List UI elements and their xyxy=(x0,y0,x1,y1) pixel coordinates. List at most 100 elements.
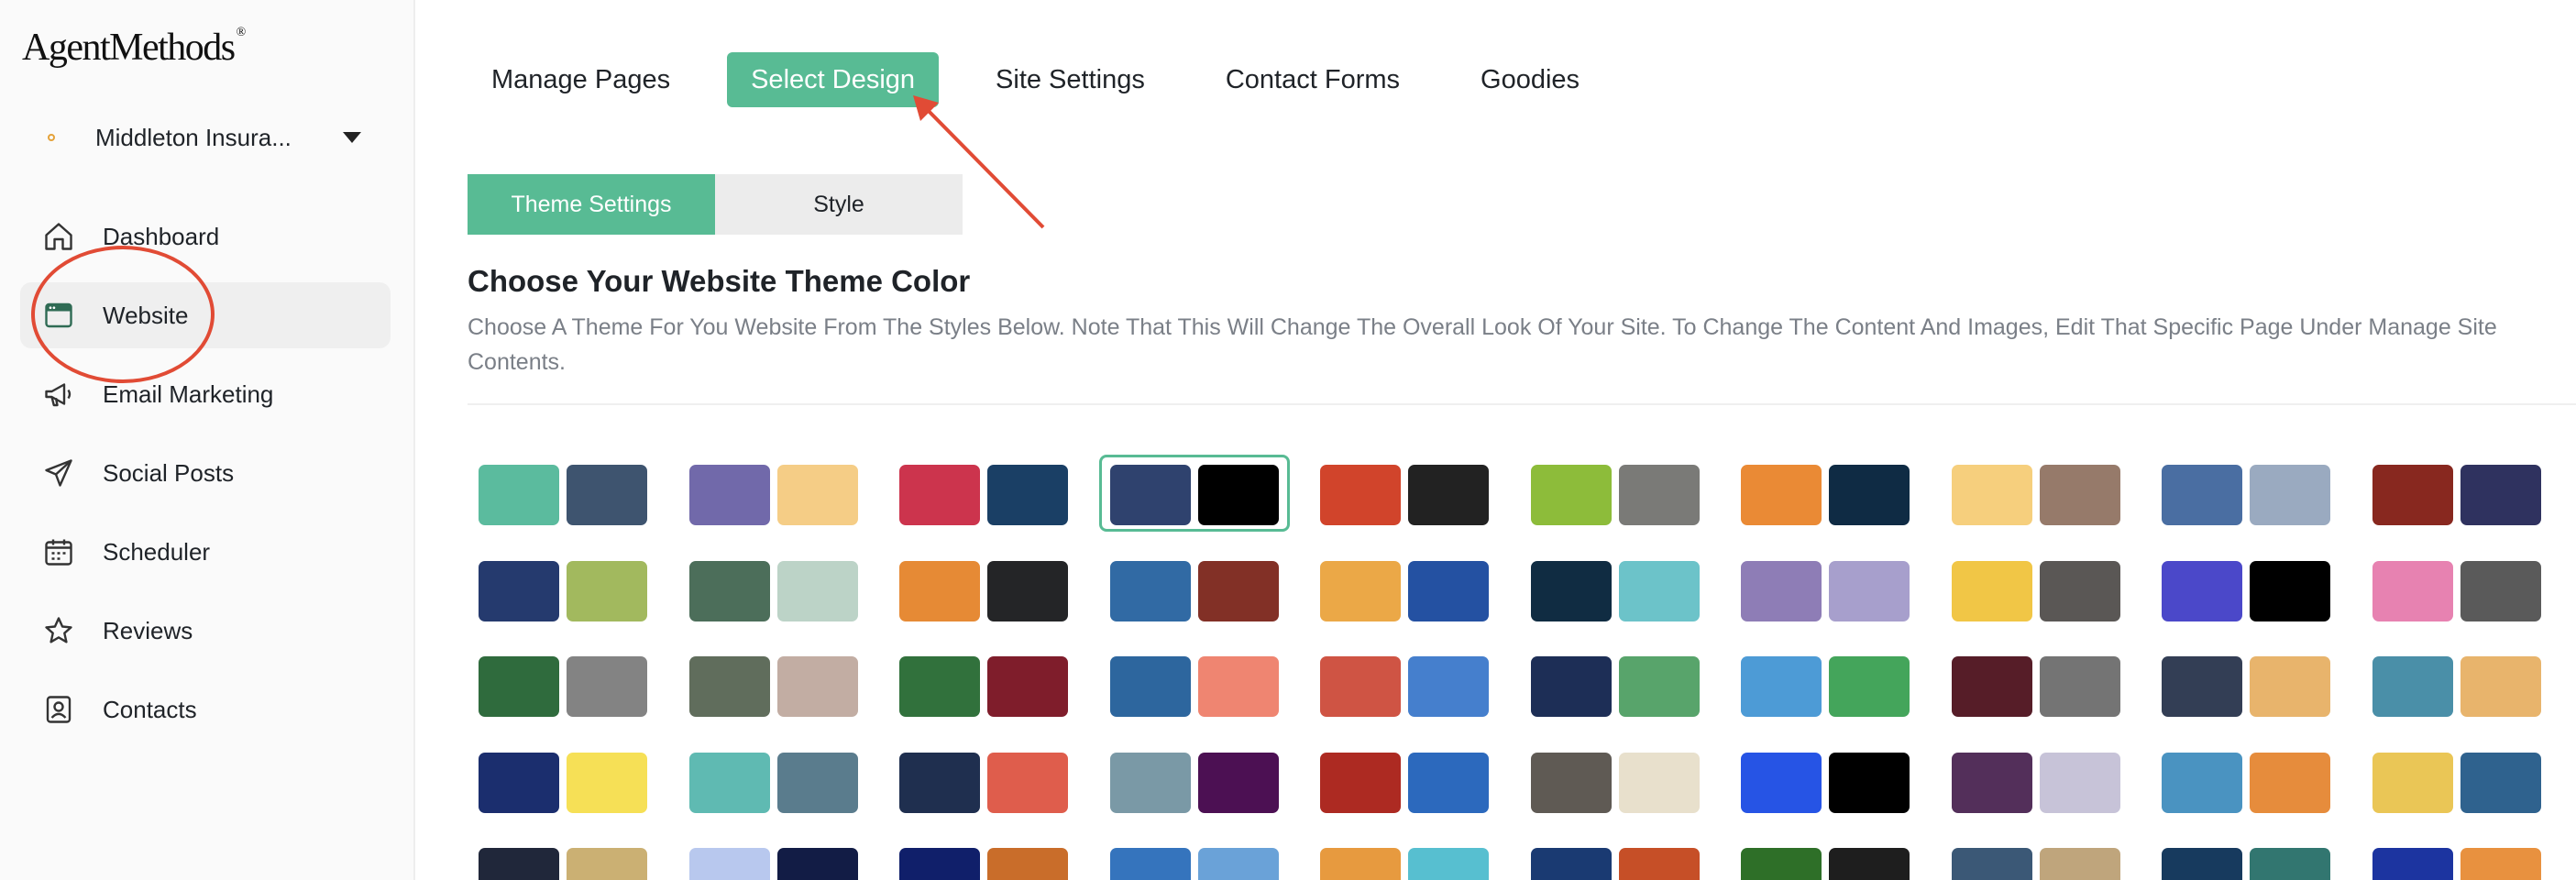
theme-option[interactable] xyxy=(1730,646,1921,723)
theme-option[interactable] xyxy=(1309,455,1500,532)
secondary-color-swatch xyxy=(2460,656,2541,717)
tab-site-settings[interactable]: Site Settings xyxy=(972,52,1169,107)
theme-option[interactable] xyxy=(1309,742,1500,820)
primary-color-swatch xyxy=(1110,753,1191,813)
theme-option[interactable] xyxy=(1099,742,1290,820)
chevron-down-icon[interactable] xyxy=(343,132,361,143)
sidebar-item-website[interactable]: Website xyxy=(20,282,391,348)
theme-option[interactable] xyxy=(1941,455,2131,532)
primary-color-swatch xyxy=(2372,561,2453,622)
theme-option[interactable] xyxy=(1730,742,1921,820)
theme-option[interactable] xyxy=(2361,551,2552,628)
theme-option[interactable] xyxy=(678,742,869,820)
theme-option[interactable] xyxy=(678,646,869,723)
primary-color-swatch xyxy=(479,656,559,717)
secondary-color-swatch xyxy=(1619,753,1700,813)
theme-option[interactable] xyxy=(1520,455,1711,532)
theme-option[interactable] xyxy=(2361,838,2552,880)
theme-option[interactable] xyxy=(1099,455,1290,532)
tab-manage-pages[interactable]: Manage Pages xyxy=(468,52,694,107)
sidebar-item-email-marketing[interactable]: Email Marketing xyxy=(20,361,391,427)
theme-option[interactable] xyxy=(1730,838,1921,880)
primary-color-swatch xyxy=(899,753,980,813)
theme-option[interactable] xyxy=(1730,551,1921,628)
secondary-color-swatch xyxy=(1829,753,1910,813)
primary-color-swatch xyxy=(2162,656,2242,717)
primary-color-swatch xyxy=(2162,848,2242,880)
theme-option[interactable] xyxy=(888,838,1079,880)
secondary-color-swatch xyxy=(1408,561,1489,622)
secondary-color-swatch xyxy=(1198,465,1279,525)
theme-option[interactable] xyxy=(468,742,658,820)
theme-option[interactable] xyxy=(1941,742,2131,820)
secondary-color-swatch xyxy=(1829,656,1910,717)
sidebar-item-scheduler[interactable]: Scheduler xyxy=(20,519,391,585)
theme-option[interactable] xyxy=(1941,646,2131,723)
theme-option[interactable] xyxy=(1941,838,2131,880)
theme-option[interactable] xyxy=(888,455,1079,532)
theme-option[interactable] xyxy=(468,455,658,532)
sidebar-item-reviews[interactable]: Reviews xyxy=(20,598,391,664)
sidebar-item-contacts[interactable]: Contacts xyxy=(20,676,391,742)
secondary-color-swatch xyxy=(567,561,647,622)
theme-option[interactable] xyxy=(2361,742,2552,820)
theme-option[interactable] xyxy=(1309,646,1500,723)
tab-select-design[interactable]: Select Design xyxy=(727,52,940,107)
primary-color-swatch xyxy=(1531,561,1612,622)
secondary-color-swatch xyxy=(2250,753,2330,813)
theme-option[interactable] xyxy=(678,455,869,532)
sidebar-item-label: Reviews xyxy=(103,616,193,644)
secondary-color-swatch xyxy=(1408,656,1489,717)
theme-option[interactable] xyxy=(1520,838,1711,880)
secondary-color-swatch xyxy=(1408,465,1489,525)
sidebar-item-dashboard[interactable]: Dashboard xyxy=(20,204,391,270)
theme-option[interactable] xyxy=(1099,551,1290,628)
theme-option[interactable] xyxy=(1520,551,1711,628)
brand-logo[interactable]: AgentMethods ® xyxy=(22,26,246,70)
tab-goodies[interactable]: Goodies xyxy=(1457,52,1603,107)
secondary-color-swatch xyxy=(1408,753,1489,813)
tab-theme-settings[interactable]: Theme Settings xyxy=(468,174,715,235)
theme-option[interactable] xyxy=(1941,551,2131,628)
theme-option[interactable] xyxy=(468,838,658,880)
theme-option[interactable] xyxy=(678,838,869,880)
primary-color-swatch xyxy=(1741,465,1822,525)
primary-color-swatch xyxy=(2372,753,2453,813)
theme-option[interactable] xyxy=(2151,838,2341,880)
theme-option[interactable] xyxy=(2151,551,2341,628)
sidebar-item-social-posts[interactable]: Social Posts xyxy=(20,440,391,506)
theme-option[interactable] xyxy=(2361,455,2552,532)
theme-option[interactable] xyxy=(888,551,1079,628)
secondary-color-swatch xyxy=(1198,656,1279,717)
secondary-color-swatch xyxy=(2250,465,2330,525)
theme-option[interactable] xyxy=(468,551,658,628)
theme-option[interactable] xyxy=(1309,838,1500,880)
tab-contact-forms[interactable]: Contact Forms xyxy=(1202,52,1424,107)
theme-option[interactable] xyxy=(1520,646,1711,723)
theme-option[interactable] xyxy=(2151,455,2341,532)
primary-color-swatch xyxy=(899,465,980,525)
theme-option[interactable] xyxy=(888,742,1079,820)
theme-option[interactable] xyxy=(2361,646,2552,723)
primary-color-swatch xyxy=(1110,465,1191,525)
theme-option[interactable] xyxy=(678,551,869,628)
primary-color-swatch xyxy=(1110,561,1191,622)
theme-option[interactable] xyxy=(1099,838,1290,880)
secondary-color-swatch xyxy=(1829,848,1910,880)
theme-option[interactable] xyxy=(1730,455,1921,532)
secondary-color-swatch xyxy=(777,848,858,880)
primary-color-swatch xyxy=(1952,465,2032,525)
sidebar-item-label: Dashboard xyxy=(103,222,220,250)
theme-option[interactable] xyxy=(1309,551,1500,628)
theme-option[interactable] xyxy=(1520,742,1711,820)
primary-color-swatch xyxy=(1320,848,1401,880)
theme-option[interactable] xyxy=(2151,742,2341,820)
theme-option[interactable] xyxy=(468,646,658,723)
primary-color-swatch xyxy=(689,561,770,622)
theme-option[interactable] xyxy=(888,646,1079,723)
tab-style[interactable]: Style xyxy=(715,174,963,235)
theme-option[interactable] xyxy=(1099,646,1290,723)
secondary-color-swatch xyxy=(567,465,647,525)
theme-option[interactable] xyxy=(2151,646,2341,723)
account-switcher[interactable]: Middleton Insura... xyxy=(48,117,378,158)
